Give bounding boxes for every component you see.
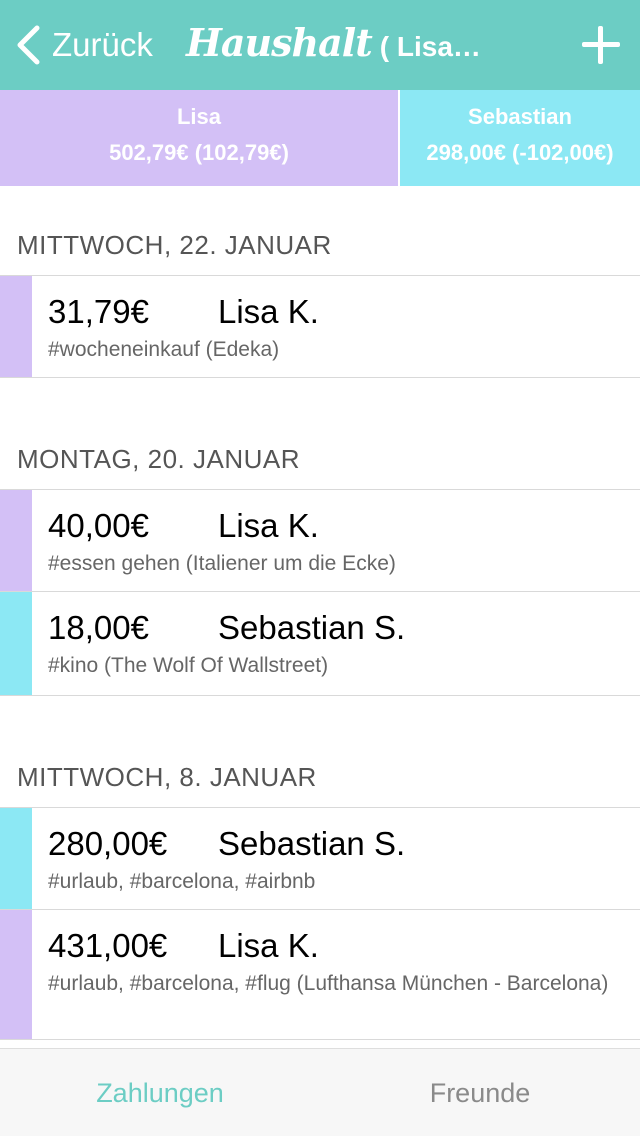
- balance-name: Lisa: [176, 104, 222, 129]
- payment-person: Sebastian S.: [218, 825, 406, 862]
- payment-row[interactable]: 31,79€ Lisa K. #wocheneinkauf (Edeka): [0, 276, 640, 378]
- tab-zahlungen[interactable]: Zahlungen: [0, 1049, 320, 1136]
- balance-name: Sebastian: [468, 104, 572, 129]
- payer-color-bar: [0, 910, 32, 1039]
- balance-sebastian[interactable]: Sebastian 298,00€ (-102,00€): [400, 90, 640, 186]
- payment-note: #essen gehen (Italiener um die Ecke): [48, 552, 396, 575]
- payment-row[interactable]: 18,00€ Sebastian S. #kino (The Wolf Of W…: [0, 592, 640, 696]
- payer-color-bar: [0, 276, 32, 377]
- payment-amount: 31,79€: [48, 293, 149, 330]
- payment-row[interactable]: 40,00€ Lisa K. #essen gehen (Italiener u…: [0, 490, 640, 592]
- balance-amount: 298,00€ (-102,00€): [426, 140, 614, 165]
- page-title: Haushalt ( Lisa…: [186, 20, 481, 70]
- back-label: Zurück: [52, 26, 153, 63]
- balance-amount: 502,79€ (102,79€): [109, 140, 289, 165]
- title-main: Haushalt: [186, 20, 373, 65]
- payment-note: #kino (The Wolf Of Wallstreet): [48, 654, 329, 677]
- payer-color-bar: [0, 490, 32, 591]
- section-date-header: MITTWOCH, 8. JANUAR: [0, 720, 640, 808]
- payer-color-bar: [0, 592, 32, 695]
- payment-person: Lisa K.: [218, 507, 319, 544]
- balance-lisa[interactable]: Lisa 502,79€ (102,79€): [0, 90, 400, 186]
- section-date-header: MITTWOCH, 22. JANUAR: [0, 188, 640, 276]
- payment-person: Lisa K.: [218, 293, 319, 330]
- balance-header: Lisa 502,79€ (102,79€) Sebastian 298,00€…: [0, 90, 640, 186]
- payer-color-bar: [0, 808, 32, 909]
- payment-row[interactable]: 280,00€ Sebastian S. #urlaub, #barcelona…: [0, 808, 640, 910]
- back-button[interactable]: Zurück: [14, 22, 153, 68]
- payment-amount: 431,00€: [48, 927, 168, 964]
- payment-amount: 280,00€: [48, 825, 168, 862]
- title-subtitle: ( Lisa…: [379, 31, 481, 62]
- chevron-left-icon: [17, 25, 40, 65]
- tab-bar: Zahlungen Freunde: [0, 1048, 640, 1136]
- payment-person: Sebastian S.: [218, 609, 406, 646]
- payment-note: #urlaub, #barcelona, #airbnb: [48, 870, 316, 893]
- payment-person: Lisa K.: [218, 927, 319, 964]
- plus-icon[interactable]: [582, 26, 620, 64]
- navigation-bar: Zurück Haushalt ( Lisa…: [0, 0, 640, 90]
- payment-amount: 18,00€: [48, 609, 149, 646]
- payment-note: #urlaub, #barcelona, #flug (Lufthansa Mü…: [48, 972, 609, 995]
- payment-amount: 40,00€: [48, 507, 149, 544]
- payment-row[interactable]: 431,00€ Lisa K. #urlaub, #barcelona, #fl…: [0, 910, 640, 1040]
- tab-freunde[interactable]: Freunde: [320, 1049, 640, 1136]
- section-date-header: MONTAG, 20. JANUAR: [0, 402, 640, 490]
- payment-note: #wocheneinkauf (Edeka): [48, 338, 280, 361]
